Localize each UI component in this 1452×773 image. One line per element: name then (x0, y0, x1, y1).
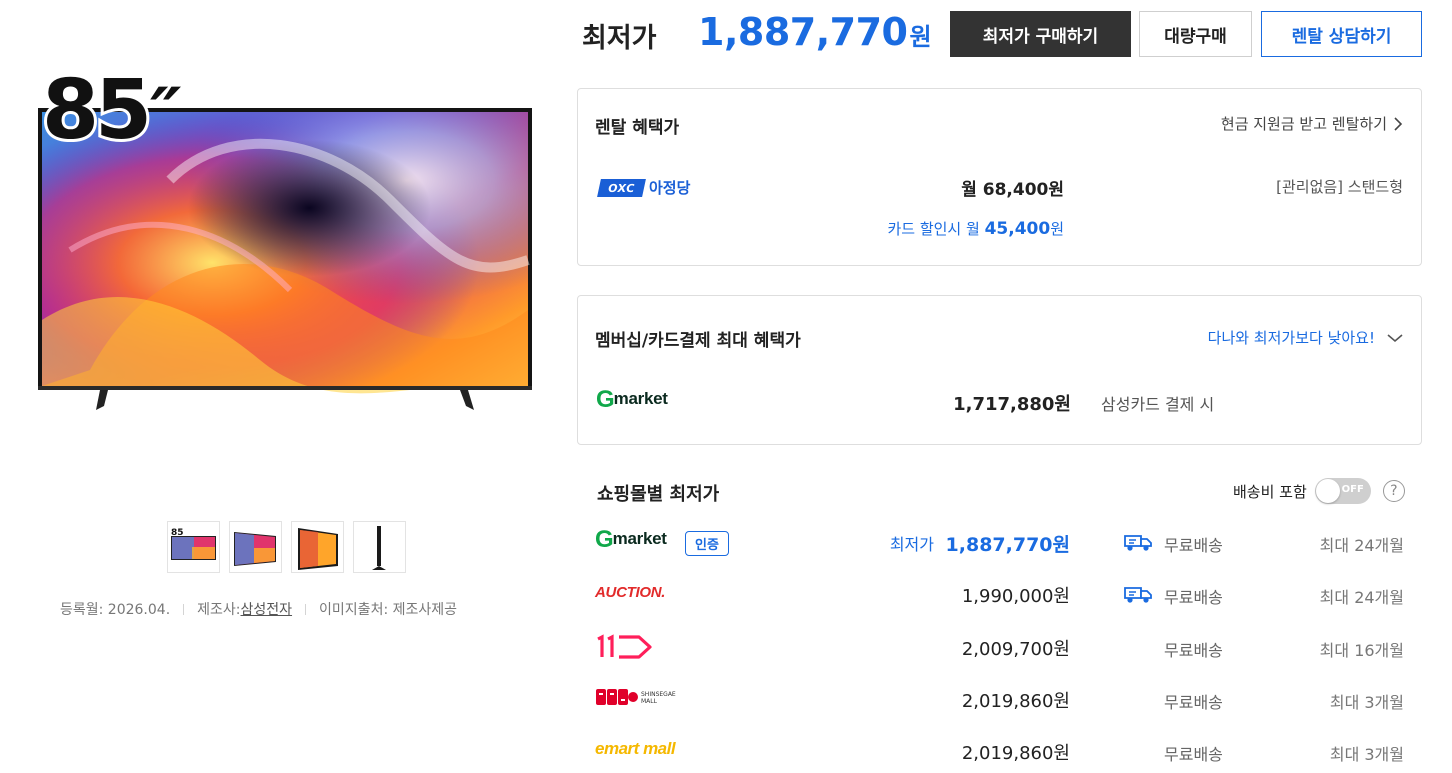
emart-mall-logo[interactable]: emart mall (595, 739, 676, 759)
shipping-toggle[interactable]: OFF (1314, 478, 1371, 504)
shipping-text: 무료배송 (1164, 693, 1223, 712)
lowest-tag: 최저가 (889, 535, 934, 554)
mall-price[interactable]: 2,009,700원 (962, 635, 1070, 661)
certified-badge: 인증 (685, 531, 729, 556)
image-source: 이미지출처: 제조사제공 (319, 602, 458, 618)
svg-text:SHINSEGAE: SHINSEGAE (641, 691, 676, 698)
ssg-logo[interactable]: SHINSEGAE MALL (595, 686, 677, 710)
shipping-text: 무료배송 (1164, 745, 1223, 764)
maker-link[interactable]: 삼성전자 (241, 599, 293, 619)
chevron-down-icon (1387, 333, 1403, 342)
shipping-text: 무료배송 (1164, 588, 1223, 607)
product-main-image: 85″ (30, 60, 540, 450)
installment-text: 최대 24개월 (1319, 536, 1404, 555)
mall-list-title: 쇼핑몰별 최저가 (597, 484, 720, 505)
installment-text: 최대 16개월 (1319, 641, 1404, 660)
thumbnail-side-profile[interactable] (353, 521, 406, 573)
buy-lowest-button[interactable]: 최저가 구매하기 (950, 11, 1131, 57)
card-discount-price: 카드 할인시 월 45,400원 (887, 219, 1064, 239)
mall-row-emart[interactable]: emart mall 2,019,860원 무료배송 최대 3개월 (577, 731, 1422, 771)
delivery-truck-icon (1124, 587, 1152, 603)
11st-logo[interactable] (595, 632, 655, 660)
thumbnail-strip: 85 (167, 521, 406, 573)
membership-benefit-box: 멤버십/카드결제 최대 혜택가 다나와 최저가보다 낮아요! Gmarket 1… (577, 295, 1422, 445)
divider (305, 603, 307, 615)
rental-consult-button[interactable]: 렌탈 상담하기 (1261, 11, 1422, 57)
rental-type: [관리없음] 스탠드형 (1276, 178, 1403, 196)
rental-cash-link[interactable]: 현금 지원금 받고 렌탈하기 (1221, 113, 1403, 134)
mall-price[interactable]: 2,019,860원 (962, 687, 1070, 713)
svg-text:85: 85 (171, 528, 184, 538)
shipping-toggle-group: 배송비 포함 OFF ? (1233, 478, 1405, 504)
thumbnail-angle[interactable] (229, 521, 282, 573)
bulk-purchase-button[interactable]: 대량구매 (1139, 11, 1252, 57)
rental-benefit-box: 렌탈 혜택가 현금 지원금 받고 렌탈하기 OXC 아정당 월 68,400원 … (577, 88, 1422, 266)
membership-title: 멤버십/카드결제 최대 혜택가 (595, 331, 801, 351)
toggle-knob (1315, 479, 1340, 503)
installment-text: 최대 3개월 (1329, 693, 1404, 712)
rental-monthly-price[interactable]: 월 68,400원 (961, 175, 1064, 200)
product-meta: 등록월: 2026.04. 제조사: 삼성전자 이미지출처: 제조사제공 (60, 599, 457, 619)
divider (183, 603, 185, 615)
installment-text: 최대 24개월 (1319, 588, 1404, 607)
lowest-price-value: 1,887,770원 (698, 10, 932, 54)
gmarket-logo[interactable]: Gmarket (596, 386, 668, 414)
membership-condition: 삼성카드 결제 시 (1101, 395, 1215, 414)
shipping-text: 무료배송 (1164, 641, 1223, 660)
registered-date: 등록월: 2026.04. (60, 602, 171, 618)
rental-title: 렌탈 혜택가 (595, 118, 680, 138)
cheaper-than-lowest-toggle[interactable]: 다나와 최저가보다 낮아요! (1208, 327, 1403, 348)
mall-price[interactable]: 2,019,860원 (962, 739, 1070, 765)
mall-price[interactable]: 1,990,000원 (962, 582, 1070, 608)
shipping-toggle-label: 배송비 포함 (1233, 482, 1307, 501)
thumbnail-side-angle[interactable] (291, 521, 344, 573)
mall-row-auction[interactable]: AUCTION. 1,990,000원 무료배송 최대 24개월 (577, 574, 1422, 614)
help-icon[interactable]: ? (1382, 480, 1405, 502)
size-badge: 85″ (39, 63, 184, 158)
membership-price[interactable]: 1,717,880원 (953, 390, 1071, 416)
lowest-price-label: 최저가 (582, 23, 657, 54)
ajungdang-mark-icon: OXC (597, 178, 646, 197)
thumbnail-front[interactable]: 85 (167, 521, 220, 573)
shipping-text: 무료배송 (1164, 536, 1223, 555)
installment-text: 최대 3개월 (1329, 745, 1404, 764)
gmarket-logo[interactable]: Gmarket (595, 526, 667, 554)
mall-row-gmarket[interactable]: Gmarket 인증 최저가 1,887,770원 무료배송 최대 24개월 (577, 522, 1422, 562)
mall-row-11st[interactable]: 2,009,700원 무료배송 최대 16개월 (577, 627, 1422, 667)
delivery-truck-icon (1124, 535, 1152, 551)
maker-label: 제조사: (197, 602, 241, 618)
chevron-right-icon (1394, 116, 1403, 131)
auction-logo[interactable]: AUCTION. (595, 584, 665, 601)
mall-row-ssg[interactable]: SHINSEGAE MALL 2,019,860원 무료배송 최대 3개월 (577, 679, 1422, 719)
ajungdang-logo[interactable]: OXC 아정당 (597, 177, 690, 198)
svg-text:MALL: MALL (641, 698, 658, 705)
mall-price[interactable]: 1,887,770원 (946, 530, 1070, 557)
